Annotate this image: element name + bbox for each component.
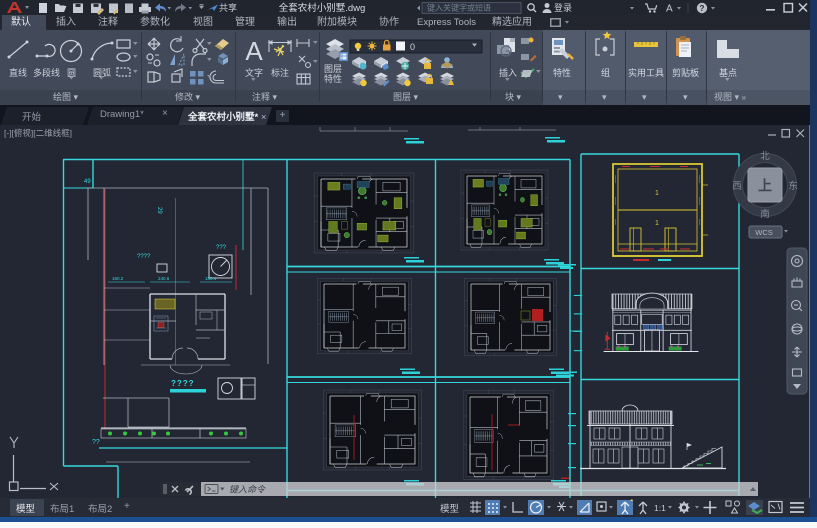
svg-text:WCS: WCS [755, 228, 773, 237]
svg-text:[-][俯视][二维线框]: [-][俯视][二维线框] [4, 128, 72, 138]
svg-text:?: ? [700, 4, 705, 13]
svg-text:29: 29 [156, 207, 162, 214]
svg-text:1:1: 1:1 [654, 503, 666, 513]
svg-text:180.4: 180.4 [205, 276, 217, 281]
svg-text:49: 49 [84, 179, 91, 185]
svg-text:上: 上 [758, 178, 772, 194]
svg-text:西: 西 [732, 181, 742, 192]
svg-text:键入关键字或短语: 键入关键字或短语 [427, 3, 491, 13]
svg-text:A: A [666, 4, 673, 15]
svg-text:????: ???? [171, 379, 195, 388]
svg-text:北: 北 [760, 151, 770, 162]
svg-text:0: 0 [410, 42, 415, 52]
svg-text:??: ?? [92, 439, 100, 446]
svg-text:东: 东 [788, 180, 798, 192]
svg-text:南: 南 [760, 208, 770, 220]
svg-text:1: 1 [655, 190, 659, 197]
svg-text:登录: 登录 [554, 3, 572, 13]
svg-text:共享: 共享 [219, 2, 237, 13]
svg-text:???: ??? [216, 245, 227, 251]
svg-text:1: 1 [655, 220, 659, 227]
svg-text:240.6: 240.6 [158, 276, 170, 281]
svg-text:A: A [245, 36, 263, 66]
svg-text:全套农村小别墅.dwg: 全套农村小别墅.dwg [279, 2, 366, 14]
svg-text:160.2: 160.2 [112, 276, 124, 281]
svg-text:键入命令: 键入命令 [229, 485, 266, 495]
svg-text:????: ???? [137, 254, 151, 260]
